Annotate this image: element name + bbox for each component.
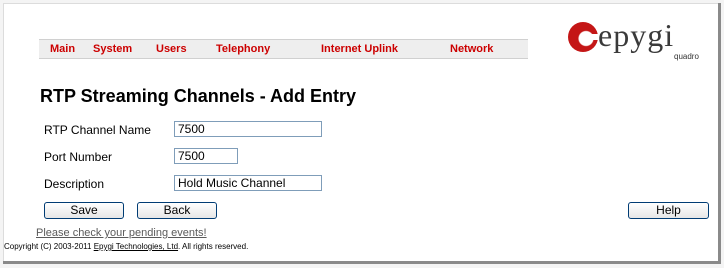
pending-events-link[interactable]: Please check your pending events! — [36, 227, 207, 239]
nav-item-users[interactable]: Users — [156, 43, 187, 55]
epygi-logo-mark-icon — [568, 22, 600, 52]
nav-item-network[interactable]: Network — [450, 43, 493, 55]
copyright-notice: Copyright (C) 2003-2011 Epygi Technologi… — [4, 242, 248, 251]
copyright-suffix: . All rights reserved. — [178, 242, 249, 251]
save-button[interactable]: Save — [44, 202, 124, 219]
channel-name-label: RTP Channel Name — [44, 123, 151, 137]
logo-product-name: quadro — [674, 52, 699, 61]
nav-item-internet-uplink[interactable]: Internet Uplink — [321, 43, 398, 55]
page-title: RTP Streaming Channels - Add Entry — [40, 86, 357, 106]
epygi-logo: epygi quadro — [568, 17, 700, 61]
company-link[interactable]: Epygi Technologies, Ltd — [94, 242, 178, 251]
top-nav-bar: Main System Users Telephony Internet Upl… — [39, 39, 528, 59]
nav-item-telephony[interactable]: Telephony — [216, 43, 270, 55]
description-input[interactable] — [174, 175, 322, 191]
description-label: Description — [44, 177, 105, 191]
nav-item-main[interactable]: Main — [50, 43, 75, 55]
nav-item-system[interactable]: System — [93, 43, 132, 55]
port-number-input[interactable] — [174, 148, 238, 164]
help-button[interactable]: Help — [628, 202, 709, 219]
port-number-label: Port Number — [44, 150, 113, 164]
back-button[interactable]: Back — [137, 202, 217, 219]
logo-wordmark: epygi — [598, 17, 675, 53]
copyright-prefix: Copyright (C) 2003-2011 — [4, 242, 94, 251]
channel-name-input[interactable] — [174, 121, 322, 137]
